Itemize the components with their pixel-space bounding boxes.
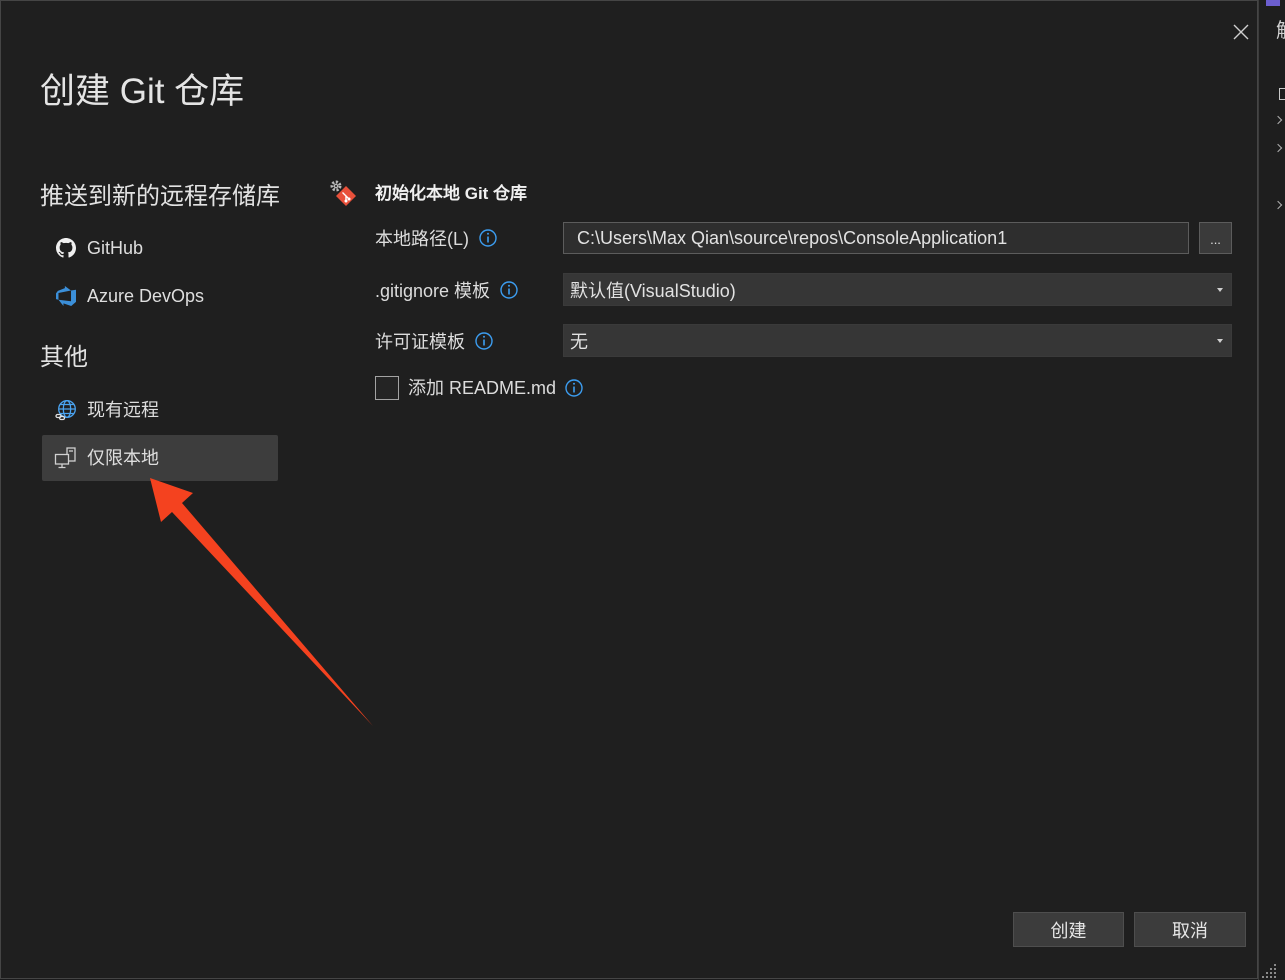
chevron-right-icon bbox=[1273, 143, 1283, 153]
git-icon bbox=[329, 179, 357, 207]
chevron-down-icon bbox=[1217, 339, 1223, 343]
panel-icon bbox=[1279, 88, 1285, 100]
add-readme-row[interactable]: 添加 README.md bbox=[375, 376, 584, 400]
info-icon[interactable] bbox=[499, 280, 519, 300]
sidebar-item-label: 现有远程 bbox=[87, 400, 159, 420]
close-button[interactable] bbox=[1229, 20, 1253, 44]
sidebar-item-label: Azure DevOps bbox=[87, 286, 205, 306]
create-button[interactable]: 创建 bbox=[1013, 912, 1124, 947]
add-readme-label[interactable]: 添加 README.md bbox=[408, 376, 556, 400]
cancel-button[interactable]: 取消 bbox=[1134, 912, 1246, 947]
sidebar-item-label: 仅限本地 bbox=[87, 448, 159, 468]
close-icon bbox=[1232, 23, 1250, 41]
local-computer-icon bbox=[54, 446, 78, 470]
gitignore-template-dropdown[interactable]: 默认值(VisualStudio) bbox=[563, 273, 1232, 306]
info-icon[interactable] bbox=[478, 228, 498, 248]
chevron-right-icon bbox=[1273, 115, 1283, 125]
add-readme-checkbox[interactable] bbox=[375, 376, 399, 400]
info-icon[interactable] bbox=[564, 378, 584, 398]
globe-icon bbox=[54, 398, 78, 422]
local-path-label: 本地路径(L) bbox=[375, 229, 469, 249]
dialog-title: 创建 Git 仓库 bbox=[40, 72, 245, 111]
section-title: 初始化本地 Git 仓库 bbox=[375, 184, 528, 203]
create-git-repo-dialog: 创建 Git 仓库 推送到新的远程存储库 GitHub Azure DevOps… bbox=[0, 0, 1258, 979]
section-heading-push-remote: 推送到新的远程存储库 bbox=[40, 183, 280, 210]
info-icon[interactable] bbox=[474, 331, 494, 351]
sidebar-item-existing-remote[interactable]: 现有远程 bbox=[42, 387, 278, 433]
section-heading-other: 其他 bbox=[40, 344, 88, 371]
chevron-right-icon bbox=[1273, 200, 1283, 210]
browse-button[interactable]: ... bbox=[1199, 222, 1232, 254]
chevron-down-icon bbox=[1217, 288, 1223, 292]
license-label-row: 许可证模板 bbox=[375, 325, 494, 357]
license-label: 许可证模板 bbox=[375, 332, 465, 352]
sidebar-item-github[interactable]: GitHub bbox=[42, 225, 278, 271]
azure-devops-icon bbox=[54, 284, 78, 308]
toolbar-icon bbox=[1266, 0, 1280, 6]
gitignore-label-row: .gitignore 模板 bbox=[375, 274, 519, 306]
background-window: 解 bbox=[1258, 0, 1285, 980]
resize-grip-icon bbox=[1262, 964, 1276, 978]
local-path-label-row: 本地路径(L) bbox=[375, 222, 498, 254]
dropdown-selected-value: 默认值(VisualStudio) bbox=[570, 280, 736, 301]
gitignore-label: .gitignore 模板 bbox=[375, 281, 491, 301]
local-path-input[interactable] bbox=[563, 222, 1189, 254]
license-template-dropdown[interactable]: 无 bbox=[563, 324, 1232, 357]
github-icon bbox=[54, 236, 78, 260]
solution-explorer-title: 解 bbox=[1276, 19, 1285, 43]
dropdown-selected-value: 无 bbox=[570, 331, 588, 352]
sidebar-item-label: GitHub bbox=[87, 238, 144, 258]
sidebar-item-local-only[interactable]: 仅限本地 bbox=[42, 435, 278, 481]
sidebar-item-azure-devops[interactable]: Azure DevOps bbox=[42, 273, 278, 319]
